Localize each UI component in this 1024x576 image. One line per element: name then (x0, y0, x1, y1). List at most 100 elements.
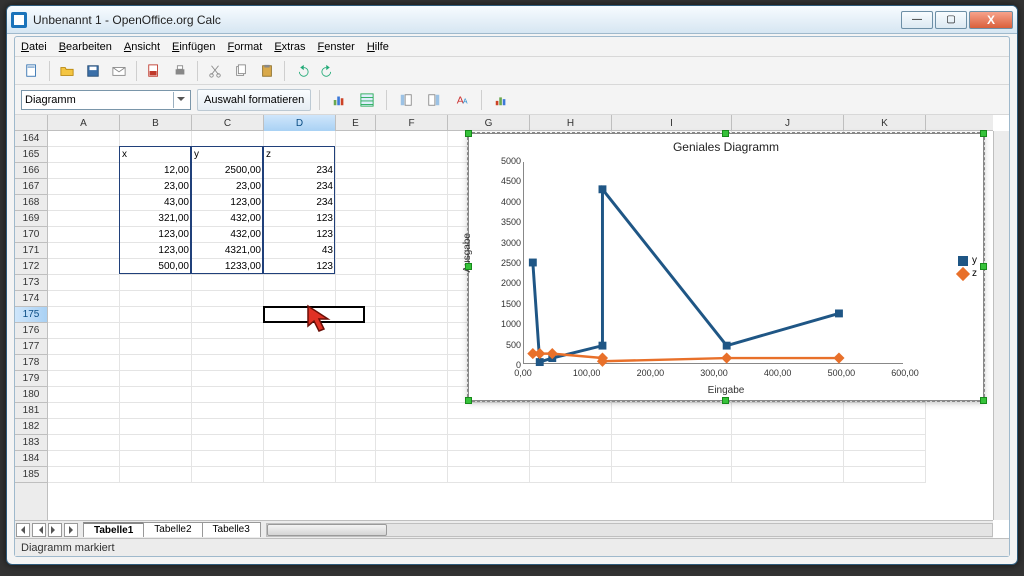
legend-right-icon[interactable] (423, 89, 445, 111)
col-header-I[interactable]: I (612, 115, 732, 131)
menubar[interactable]: Datei Bearbeiten Ansicht Einfügen Format Extr… (15, 37, 1009, 57)
row-header-173[interactable]: 173 (15, 275, 47, 291)
copy-icon[interactable] (230, 60, 252, 82)
col-header-F[interactable]: F (376, 115, 448, 131)
menu-extras[interactable]: Extras (274, 41, 305, 53)
resize-handle[interactable] (722, 397, 729, 404)
email-icon[interactable] (108, 60, 130, 82)
row-header-170[interactable]: 170 (15, 227, 47, 243)
menu-datei[interactable]: Datei (21, 41, 47, 53)
object-name-value: Diagramm (25, 94, 76, 106)
redo-icon[interactable] (317, 60, 339, 82)
row-header-167[interactable]: 167 (15, 179, 47, 195)
resize-handle[interactable] (980, 130, 987, 137)
menu-bearbeiten[interactable]: Bearbeiten (59, 41, 112, 53)
col-header-H[interactable]: H (530, 115, 612, 131)
data-range-B (119, 146, 191, 274)
tab-nav-next[interactable] (48, 523, 62, 537)
menu-hilfe[interactable]: Hilfe (367, 41, 389, 53)
row-header-176[interactable]: 176 (15, 323, 47, 339)
row-header-175[interactable]: 175 (15, 307, 47, 323)
row-header-183[interactable]: 183 (15, 435, 47, 451)
menu-fenster[interactable]: Fenster (318, 41, 355, 53)
chart-grid-h-icon[interactable] (356, 89, 378, 111)
resize-handle[interactable] (980, 397, 987, 404)
x-tick: 0,00 (514, 368, 532, 378)
sheet-tab-tabelle3[interactable]: Tabelle3 (202, 522, 261, 537)
chart-plot-area[interactable] (523, 162, 903, 364)
vertical-scrollbar[interactable] (993, 131, 1009, 520)
window-title: Unbenannt 1 - OpenOffice.org Calc (33, 13, 221, 27)
chart-data-icon[interactable] (490, 89, 512, 111)
resize-handle[interactable] (465, 397, 472, 404)
row-header-180[interactable]: 180 (15, 387, 47, 403)
menu-format[interactable]: Format (227, 41, 262, 53)
resize-handle[interactable] (465, 130, 472, 137)
row-header-184[interactable]: 184 (15, 451, 47, 467)
legend-marker-y (958, 256, 968, 266)
app-icon (11, 12, 27, 28)
row-header-165[interactable]: 165 (15, 147, 47, 163)
new-doc-icon[interactable] (21, 60, 43, 82)
menu-einfügen[interactable]: Einfügen (172, 41, 215, 53)
object-name-combo[interactable]: Diagramm (21, 90, 191, 110)
print-icon[interactable] (169, 60, 191, 82)
minimize-button[interactable]: — (901, 11, 933, 29)
row-header-181[interactable]: 181 (15, 403, 47, 419)
save-icon[interactable] (82, 60, 104, 82)
row-header-171[interactable]: 171 (15, 243, 47, 259)
export-pdf-icon[interactable] (143, 60, 165, 82)
col-header-B[interactable]: B (120, 115, 192, 131)
row-headers[interactable]: 1641651661671681691701711721731741751761… (15, 131, 48, 520)
chart-object[interactable]: Geniales Diagramm Ausgabe Eingabe y z (468, 133, 984, 401)
row-header-177[interactable]: 177 (15, 339, 47, 355)
row-header-179[interactable]: 179 (15, 371, 47, 387)
row-header-169[interactable]: 169 (15, 211, 47, 227)
column-headers[interactable]: ABCDEFGHIJK (15, 115, 993, 131)
undo-icon[interactable] (291, 60, 313, 82)
row-header-172[interactable]: 172 (15, 259, 47, 275)
legend-left-icon[interactable] (395, 89, 417, 111)
col-header-K[interactable]: K (844, 115, 926, 131)
format-selection-button[interactable]: Auswahl formatieren (197, 89, 311, 111)
sheet-tab-tabelle1[interactable]: Tabelle1 (83, 522, 144, 537)
tab-nav-first[interactable] (16, 523, 30, 537)
tab-nav-prev[interactable] (32, 523, 46, 537)
close-button[interactable]: X (969, 11, 1013, 29)
paste-icon[interactable] (256, 60, 278, 82)
resize-handle[interactable] (465, 263, 472, 270)
text-scale-icon[interactable]: AA (451, 89, 473, 111)
y-tick: 5000 (499, 156, 521, 166)
row-header-182[interactable]: 182 (15, 419, 47, 435)
app-window: Unbenannt 1 - OpenOffice.org Calc — ▢ X … (6, 5, 1018, 565)
col-header-E[interactable]: E (336, 115, 376, 131)
sheet-tab-tabelle2[interactable]: Tabelle2 (143, 522, 202, 537)
row-header-168[interactable]: 168 (15, 195, 47, 211)
tab-nav-last[interactable] (64, 523, 78, 537)
open-icon[interactable] (56, 60, 78, 82)
titlebar[interactable]: Unbenannt 1 - OpenOffice.org Calc — ▢ X (7, 6, 1017, 34)
row-header-166[interactable]: 166 (15, 163, 47, 179)
scrollbar-thumb[interactable] (267, 524, 387, 536)
row-header-164[interactable]: 164 (15, 131, 47, 147)
col-header-C[interactable]: C (192, 115, 264, 131)
resize-handle[interactable] (722, 130, 729, 137)
chevron-down-icon[interactable] (173, 92, 187, 108)
menu-ansicht[interactable]: Ansicht (124, 41, 160, 53)
col-header-D[interactable]: D (264, 115, 336, 131)
col-header-G[interactable]: G (448, 115, 530, 131)
chart-type-icon[interactable] (328, 89, 350, 111)
resize-handle[interactable] (980, 263, 987, 270)
select-all-corner[interactable] (15, 115, 48, 131)
legend-marker-z (956, 266, 970, 280)
row-header-178[interactable]: 178 (15, 355, 47, 371)
spreadsheet[interactable]: ABCDEFGHIJK 1641651661671681691701711721… (15, 115, 1009, 556)
col-header-J[interactable]: J (732, 115, 844, 131)
row-header-185[interactable]: 185 (15, 467, 47, 483)
maximize-button[interactable]: ▢ (935, 11, 967, 29)
toolbar-main (15, 57, 1009, 85)
row-header-174[interactable]: 174 (15, 291, 47, 307)
horizontal-scrollbar[interactable] (266, 523, 993, 537)
col-header-A[interactable]: A (48, 115, 120, 131)
cut-icon[interactable] (204, 60, 226, 82)
